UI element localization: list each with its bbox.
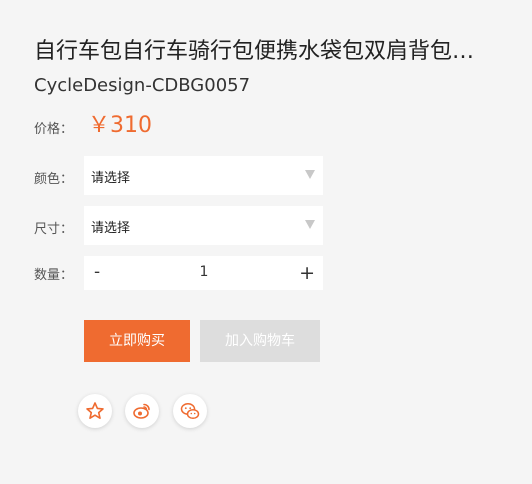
quantity-stepper: - 1 + — [84, 256, 323, 290]
size-select[interactable]: 请选择 — [84, 206, 323, 245]
favorite-button[interactable] — [78, 394, 112, 428]
share-weibo-button[interactable] — [125, 394, 159, 428]
quantity-label: 数量： — [34, 268, 74, 283]
share-wechat-button[interactable] — [173, 394, 207, 428]
star-icon — [86, 402, 104, 420]
increase-quantity-button[interactable]: + — [299, 262, 315, 284]
decrease-quantity-button[interactable]: - — [94, 262, 108, 282]
add-to-cart-button[interactable]: 加入购物车 — [200, 320, 320, 362]
color-select[interactable]: 请选择 — [84, 156, 323, 195]
wechat-icon — [180, 403, 200, 420]
dropdown-arrow-icon — [305, 170, 315, 179]
product-title: 自行车包自行车骑行包便携水袋包双肩背包… — [34, 39, 475, 64]
quantity-input[interactable]: 1 — [184, 264, 224, 280]
dropdown-arrow-icon — [305, 220, 315, 229]
weibo-icon — [133, 403, 150, 419]
color-select-value: 请选择 — [91, 171, 131, 186]
size-select-value: 请选择 — [91, 221, 131, 236]
product-sku: CycleDesign-CDBG0057 — [34, 75, 251, 96]
buy-now-button[interactable]: 立即购买 — [84, 320, 190, 362]
color-label: 颜色： — [34, 172, 74, 187]
price-value: ￥310 — [88, 113, 152, 138]
price-label: 价格： — [34, 122, 74, 137]
size-label: 尺寸： — [34, 222, 74, 237]
